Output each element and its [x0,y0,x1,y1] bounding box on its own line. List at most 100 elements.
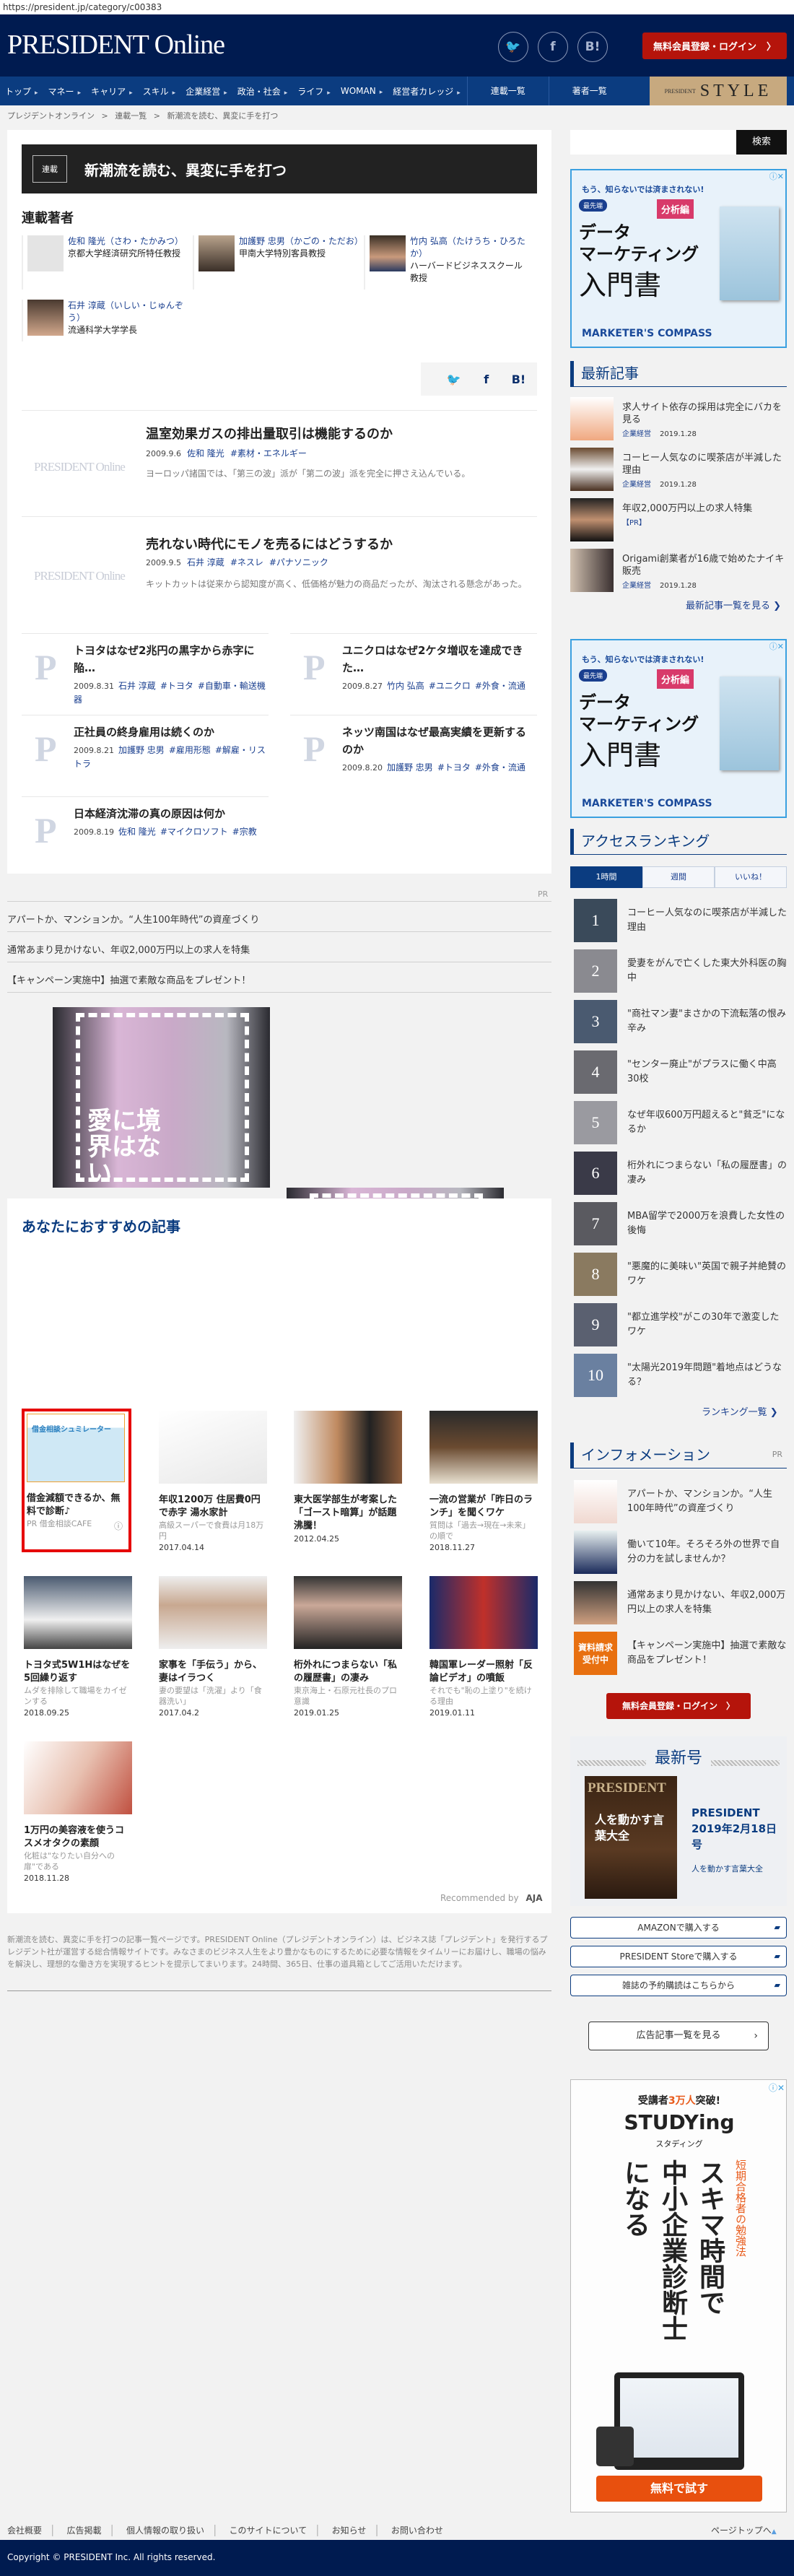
author-name[interactable]: 石井 淳蔵（いしい・じゅんぞう） [68,300,188,324]
grid-article[interactable]: P ネッツ南国はなぜ最高実績を更新するのか 2009.8.20 加護野 忠男 #トヨタ #… [290,715,537,796]
latest-item[interactable]: コーヒー人気なのに喫茶店が半減した理由 企業経営 2019.1.28 [570,448,787,492]
ranking-title[interactable]: コーヒー人気なのに喫茶店が半減した理由 [627,899,787,944]
ranking-item[interactable]: 1 コーヒー人気なのに喫茶店が半減した理由 [574,899,787,944]
latest-title[interactable]: Origami創業者が16歳で始めたナイキ販売 [622,553,787,578]
info-title[interactable]: 【キャンペーン実施中】抽選で素敵な商品をプレゼント！ [627,1632,787,1676]
footer-link[interactable]: 会社概要 [7,2525,42,2536]
article-tag[interactable]: #ユニクロ [429,681,471,691]
grid-article[interactable]: P 正社員の終身雇用は続くのか 2009.8.21 加護野 忠男 #雇用形態 #解雇・リス… [22,715,269,796]
ranking-item[interactable]: 6 桁外れにつまらない「私の履歴書」の凄み [574,1152,787,1196]
recommend-title[interactable]: 桁外れにつまらない「私の履歴書」の凄み [294,1659,402,1685]
article-author[interactable]: 加護野 忠男 [118,745,165,755]
page-top-link[interactable]: ページトップへ▲ [711,2524,777,2536]
nav-management[interactable]: 企業経営 [180,85,232,97]
ranking-title[interactable]: なぜ年収600万円超えると"貧乏"になるか [627,1101,787,1146]
ranking-item[interactable]: 8 "悪魔的に美味い"英国で親子丼絶賛のワケ [574,1253,787,1297]
studying-ad[interactable]: ⓘ✕ 受講者3万人突破! STUDYing スタディング 短期合格者の勉強法 ス… [570,2079,787,2512]
latest-title[interactable]: 年収2,000万円以上の求人特集 [622,502,752,515]
info-icon[interactable]: ⓘ [114,1520,123,1532]
recommend-item[interactable]: 韓国軍レーダー照射「反論ビデオ」の噴飯 それでも"恥の上塗り"を続ける理由 2019… [429,1576,538,1718]
breadcrumb-series[interactable]: 連載一覧 [115,111,147,121]
breadcrumb-home[interactable]: プレジデントオンライン [7,111,95,121]
nav-authors[interactable]: 著者一覧 [548,77,630,105]
article-title[interactable]: 正社員の終身雇用は続くのか [74,723,267,741]
subscribe-button[interactable]: 雑誌の予約購読はこちらから ▰ [570,1975,787,1996]
latest-title[interactable]: コーヒー人気なのに喫茶店が半減した理由 [622,452,787,477]
aja-logo[interactable]: AJA [525,1893,542,1903]
recommend-title[interactable]: 一流の営業が「昨日のランチ」を聞くワケ [429,1494,538,1520]
recommend-item[interactable]: 桁外れにつまらない「私の履歴書」の凄み 東京海上・石原元社長のプロ意識 2019.0… [294,1576,402,1718]
ad-list-button[interactable]: 広告記事一覧を見る › [588,2022,769,2050]
recommend-item[interactable]: 年収1200万 住居費0円で赤字 湯水家計 高級スーパーで食費は月18万円 2017… [159,1411,267,1552]
latest-category[interactable]: 【PR】 [622,519,646,527]
latest-category[interactable]: 企業経営 [622,582,651,590]
search-button[interactable]: 検索 [736,130,787,155]
latest-more-link[interactable]: 最新記事一覧を見る ❯ [686,598,781,612]
recommend-item[interactable]: 東大医学部生が考案した「ゴースト暗算」が話題沸騰！ 2012.04.25 [294,1411,402,1544]
footer-link[interactable]: このサイトについて [230,2525,307,2536]
article-tag[interactable]: #外食・流通 [475,681,525,691]
banner-ad[interactable]: 愛に境界はない [53,1007,270,1188]
ranking-title[interactable]: MBA留学で2000万を浪費した女性の後悔 [627,1202,787,1247]
nav-series[interactable]: 連載一覧 [466,77,549,105]
article-author[interactable]: 石井 淳蔵 [118,681,156,691]
recommend-title[interactable]: 韓国軍レーダー照射「反論ビデオ」の噴飯 [429,1659,538,1685]
latest-item[interactable]: 年収2,000万円以上の求人特集【PR】 [570,498,787,543]
info-item[interactable]: 通常あまり見かけない、年収2,000万円以上の求人を特集 [574,1581,787,1626]
article-item[interactable]: PRESIDENT Online 売れない時代にモノを売るにはどうするか 200… [22,520,537,628]
buy-store-button[interactable]: PRESIDENT Storeで購入する ▰ [570,1946,787,1967]
latest-item[interactable]: Origami創業者が16歳で始めたナイキ販売 企業経営 2019.1.28 [570,549,787,593]
info-item[interactable]: 資料請求受付中 【キャンペーン実施中】抽選で素敵な商品をプレゼント！ [574,1632,787,1676]
issue-title[interactable]: PRESIDENT 2019年2月18日号 [692,1805,778,1853]
magazine-cover[interactable]: PRESIDENT 人を動かす言葉大全 [585,1776,677,1899]
recommend-title[interactable]: トヨタ式5W1Hはなぜを5回繰り返す [24,1659,132,1685]
ad-close-icon[interactable]: ⓘ✕ [769,640,784,652]
nav-money[interactable]: マネー [43,85,87,97]
sidebar-login-button[interactable]: 無料会員登録・ログイン 〉 [606,1693,751,1719]
pr-link[interactable]: 【キャンペーン実施中】抽選で素敵な商品をプレゼント！ [7,962,551,993]
president-style-link[interactable]: PRESIDENT STYLE [650,77,787,105]
hatena-bookmark-icon[interactable]: B! [577,32,608,62]
recommend-title[interactable]: 家事を「手伝う」から、妻はイラつく [159,1659,267,1685]
pr-link[interactable]: アパートか、マンションか。“人生100年時代”の資産づくり [7,902,551,932]
article-author[interactable]: 佐和 隆光 [187,448,224,458]
recommend-item[interactable]: 1万円の美容液を使うコスメオタクの素顔 化粧は"なりたい自分への扉"である 2018… [24,1741,132,1883]
grid-article[interactable]: P 日本経済沈滞の真の原因は何か 2009.8.19 佐和 隆光 #マイクロソフト #宗教 [22,796,269,878]
ranking-item[interactable]: 10 "太陽光2019年問題"着地点はどうなる？ [574,1354,787,1398]
article-author[interactable]: 竹内 弘高 [387,681,424,691]
recommend-item[interactable]: 一流の営業が「昨日のランチ」を聞くワケ 質問は「過去→現在→未来」の順で 2018.… [429,1411,538,1552]
footer-link[interactable]: 個人情報の取り扱い [126,2525,204,2536]
nav-top[interactable]: トップ [0,85,43,97]
article-tag[interactable]: #トヨタ [437,762,471,773]
hatena-share-icon[interactable]: B! [512,373,526,386]
article-title[interactable]: 温室効果ガスの排出量取引は機能するのか [146,424,393,443]
author-card[interactable]: 佐和 隆光（さわ・たかみつ） 京都大学経済研究所特任教授 [22,235,188,290]
article-tag[interactable]: #素材・エネルギー [230,448,307,458]
article-tag[interactable]: #マイクロソフト [160,827,228,837]
facebook-share-icon[interactable]: f [484,373,489,386]
twitter-share-icon[interactable]: 🐦 [447,373,461,386]
latest-item[interactable]: 求人サイト依存の採用は完全にバカを見る 企業経営 2019.1.28 [570,397,787,442]
recommend-item[interactable]: トヨタ式5W1Hはなぜを5回繰り返す ムダを排除して職場をカイゼンする 2018.0… [24,1576,132,1718]
marketing-ad[interactable]: ⓘ✕ もう、知らないでは済まされない! 最先端 分析編 データ マーケティング 入門書 MAR… [570,639,787,818]
article-item[interactable]: PRESIDENT Online 温室効果ガスの排出量取引は機能するのか 200… [22,415,537,516]
nav-career[interactable]: キャリア [86,85,138,97]
info-title[interactable]: アパートか、マンションか。“人生100年時代”の資産づくり [627,1480,787,1525]
buy-amazon-button[interactable]: AMAZONで購入する ▰ [570,1917,787,1938]
ranking-item[interactable]: 7 MBA留学で2000万を浪費した女性の後悔 [574,1202,787,1247]
info-item[interactable]: 働いて10年。そろそろ外の世界で自分の力を試しませんか？ [574,1531,787,1575]
facebook-icon[interactable]: f [538,32,568,62]
ranking-title[interactable]: "センター廃止"がプラスに働く中高30校 [627,1050,787,1095]
info-title[interactable]: 働いて10年。そろそろ外の世界で自分の力を試しませんか？ [627,1531,787,1575]
latest-title[interactable]: 求人サイト依存の採用は完全にバカを見る [622,401,787,426]
author-card[interactable]: 加護野 忠男（かごの・ただお） 甲南大学特別客員教授 [193,235,363,290]
article-title[interactable]: ネッツ南国はなぜ最高実績を更新するのか [342,723,536,758]
article-title[interactable]: ユニクロはなぜ2ケタ増収を達成できた… [342,642,536,676]
info-title[interactable]: 通常あまり見かけない、年収2,000万円以上の求人を特集 [627,1581,787,1626]
ranking-title[interactable]: "都立進学校"がこの30年で激変したワケ [627,1303,787,1348]
ad-close-icon[interactable]: ⓘ✕ [769,170,784,182]
author-name[interactable]: 加護野 忠男（かごの・ただお） [239,235,363,248]
article-author[interactable]: 佐和 隆光 [118,827,156,837]
ranking-title[interactable]: 桁外れにつまらない「私の履歴書」の凄み [627,1152,787,1196]
author-card[interactable]: 石井 淳蔵（いしい・じゅんぞう） 流通科学大学学長 [22,300,188,341]
